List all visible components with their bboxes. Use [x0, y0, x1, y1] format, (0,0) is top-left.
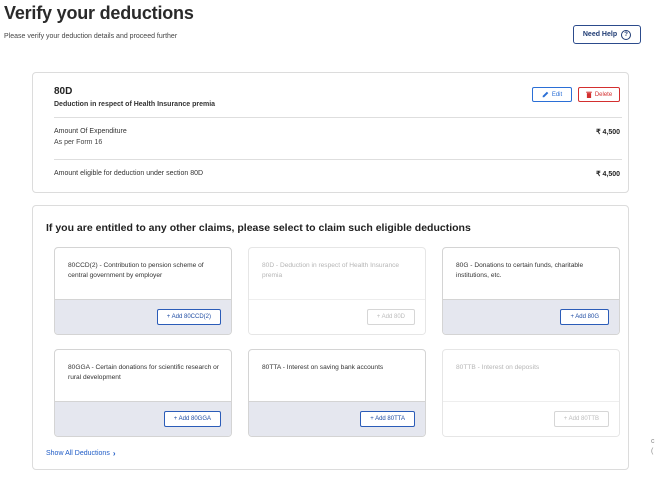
deduction-option-80d: 80D - Deduction in respect of Health Ins…: [248, 247, 426, 335]
delete-button[interactable]: Delete: [578, 87, 620, 102]
page-title: Verify your deductions: [4, 3, 194, 23]
edit-button[interactable]: Edit: [532, 87, 572, 102]
page-subtitle: Please verify your deduction details and…: [4, 33, 178, 40]
show-all-deductions-link[interactable]: Show All Deductions ›: [46, 449, 116, 458]
deduction-option-80tta: 80TTA - Interest on saving bank accounts…: [248, 349, 426, 437]
claims-title: If you are entitled to any other claims,…: [46, 222, 471, 234]
question-circle-icon: ?: [621, 29, 632, 40]
deduction-option-footer: + Add 80D: [249, 299, 425, 334]
edge-mark: c: [651, 438, 655, 445]
eligible-amount: ₹ 4,500: [596, 171, 620, 178]
deduction-option-text: 80TTB - Interest on deposits: [456, 364, 540, 371]
add-80g-button[interactable]: + Add 80G: [560, 309, 609, 325]
deduction-option-footer: + Add 80G: [443, 299, 619, 334]
delete-label: Delete: [594, 91, 613, 98]
deduction-option-text: 80D - Deduction in respect of Health Ins…: [262, 262, 400, 279]
divider: [54, 159, 622, 160]
need-help-label: Need Help: [582, 31, 618, 38]
deduction-option-text: 80G - Donations to certain funds, charit…: [456, 262, 584, 279]
expenditure-source: As per Form 16: [54, 139, 103, 146]
add-80tta-button[interactable]: + Add 80TTA: [360, 411, 415, 427]
add-80ccd2-button[interactable]: + Add 80CCD(2): [156, 309, 221, 325]
edge-mark: (: [651, 448, 654, 455]
deduction-option-text: 80GGA - Certain donations for scientific…: [68, 364, 219, 381]
expenditure-amount: ₹ 4,500: [596, 129, 620, 136]
divider: [54, 117, 622, 118]
deduction-option-text: 80CCD(2) - Contribution to pension schem…: [68, 262, 204, 279]
expenditure-label: Amount Of Expenditure: [54, 128, 127, 135]
need-help-button[interactable]: Need Help ?: [573, 25, 641, 44]
deduction-summary-card-80d: 80D Deduction in respect of Health Insur…: [32, 72, 629, 193]
deduction-option-80ttb: 80TTB - Interest on deposits + Add 80TTB: [442, 349, 620, 437]
deduction-option-footer: + Add 80CCD(2): [55, 299, 231, 334]
other-claims-card: If you are entitled to any other claims,…: [32, 205, 629, 470]
add-80gga-button[interactable]: + Add 80GGA: [163, 411, 221, 427]
deduction-option-text: 80TTA - Interest on saving bank accounts: [262, 364, 384, 371]
deduction-option-footer: + Add 80TTB: [443, 401, 619, 436]
section-description: Deduction in respect of Health Insurance…: [54, 101, 216, 108]
add-80d-button: + Add 80D: [366, 309, 415, 325]
eligible-amount-label: Amount eligible for deduction under sect…: [54, 170, 204, 177]
add-80ttb-button: + Add 80TTB: [553, 411, 609, 427]
section-code: 80D: [54, 86, 73, 97]
deduction-option-80ccd2: 80CCD(2) - Contribution to pension schem…: [54, 247, 232, 335]
deduction-option-80gga: 80GGA - Certain donations for scientific…: [54, 349, 232, 437]
chevron-right-icon: ›: [112, 449, 116, 458]
pencil-icon: [542, 91, 549, 98]
edge-marks: c (: [651, 437, 655, 457]
deduction-option-80g: 80G - Donations to certain funds, charit…: [442, 247, 620, 335]
deduction-option-footer: + Add 80GGA: [55, 401, 231, 436]
deduction-option-footer: + Add 80TTA: [249, 401, 425, 436]
show-all-label: Show All Deductions: [46, 450, 110, 457]
edit-label: Edit: [551, 91, 563, 98]
trash-icon: [586, 91, 592, 98]
